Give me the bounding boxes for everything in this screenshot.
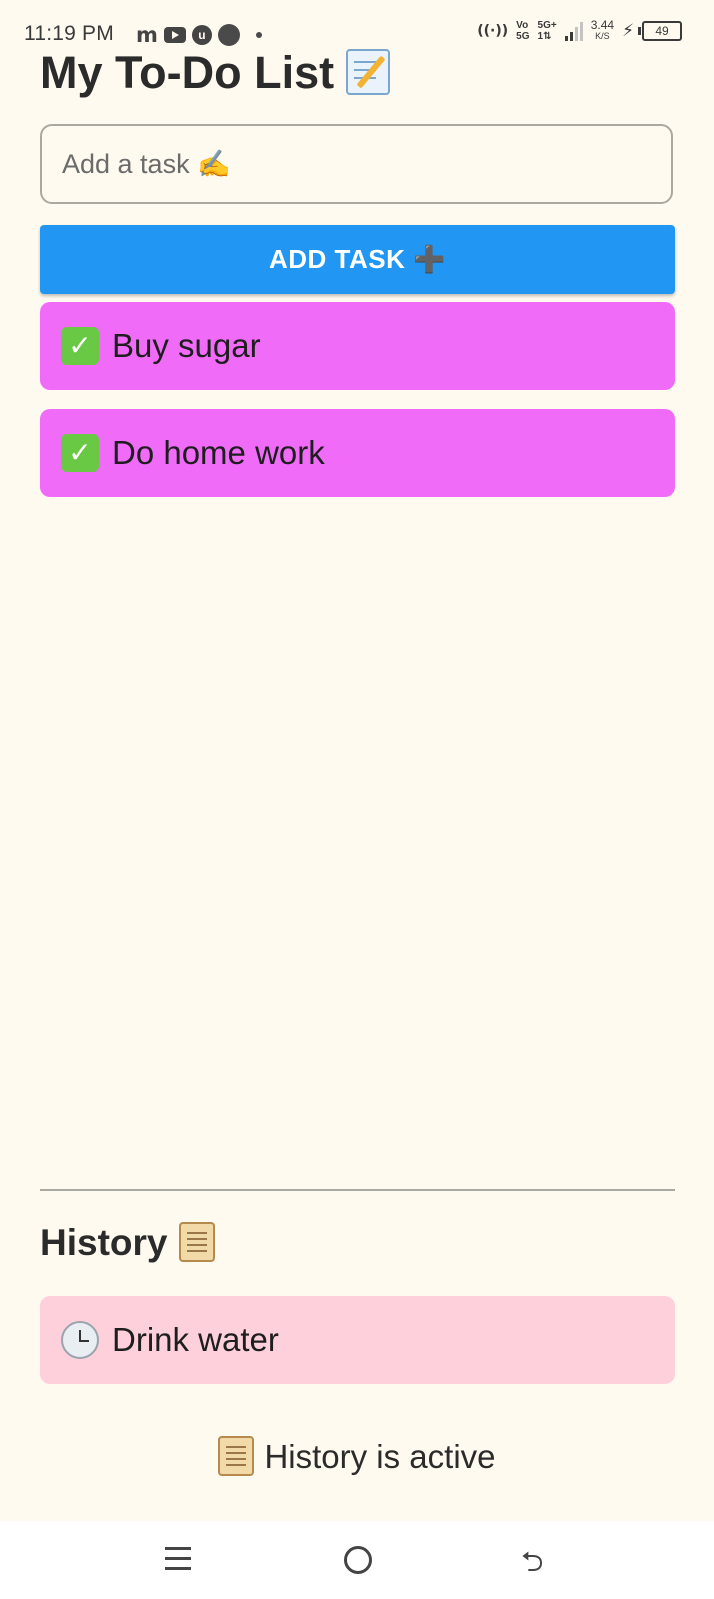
history-item-label: Drink water	[112, 1321, 279, 1358]
task-label: Do home work	[112, 434, 325, 471]
battery-icon: 49	[638, 21, 682, 41]
charging-bolt-icon: ⚡	[622, 21, 634, 40]
memo-icon	[346, 49, 391, 96]
network-speed-unit: K/S	[595, 31, 610, 41]
check-box-icon: ✓	[61, 434, 99, 472]
volte-top-label: Vo	[516, 20, 529, 31]
history-title-text: History	[40, 1222, 168, 1263]
notification-icons: m u	[136, 24, 262, 46]
scroll-icon	[218, 1436, 255, 1477]
history-title: History	[40, 1218, 216, 1268]
status-time: 11:19 PM	[24, 22, 114, 45]
history-item[interactable]: Drink water	[40, 1296, 675, 1384]
history-status: History is active	[0, 1435, 714, 1479]
network-speed: 3.44 K/S	[590, 18, 615, 42]
hotspot-icon: ((·))	[477, 23, 509, 39]
network-type-top-label: 5G+	[537, 20, 557, 31]
network-type-icon: 5G+ 1⇅	[538, 20, 557, 42]
volte-icon: Vo 5G	[516, 20, 529, 42]
m-app-icon: m	[136, 23, 158, 47]
add-task-button[interactable]: ADD TASK ➕	[40, 225, 675, 294]
circle-app-icon	[217, 24, 240, 46]
back-icon[interactable]: ⮌	[521, 1548, 543, 1576]
more-notifications-dot-icon	[255, 32, 262, 38]
clock-icon	[61, 1321, 99, 1359]
system-status-icons: ((·)) Vo 5G 5G+ 1⇅ 3.44 K/S ⚡ 49	[477, 18, 682, 42]
page-title-text: My To-Do List	[40, 47, 335, 98]
check-box-icon: ✓	[61, 327, 99, 365]
task-item[interactable]: ✓ Buy sugar	[40, 302, 675, 390]
system-nav-bar: ⮌	[0, 1521, 714, 1599]
u-app-icon: u	[191, 25, 212, 45]
network-speed-value: 3.44	[590, 18, 615, 32]
volte-bottom-label: 5G	[516, 31, 530, 42]
add-task-input[interactable]	[40, 124, 673, 204]
history-status-text: History is active	[264, 1438, 496, 1475]
signal-strength-icon	[564, 21, 583, 41]
youtube-icon	[163, 27, 186, 43]
home-icon[interactable]	[344, 1546, 372, 1574]
history-divider	[40, 1189, 675, 1191]
page-title: My To-Do List	[40, 44, 391, 102]
task-item[interactable]: ✓ Do home work	[40, 409, 675, 497]
network-type-bottom-label: 1⇅	[537, 31, 552, 42]
scroll-icon	[179, 1222, 216, 1263]
task-label: Buy sugar	[112, 327, 261, 364]
menu-icon[interactable]	[165, 1547, 191, 1571]
